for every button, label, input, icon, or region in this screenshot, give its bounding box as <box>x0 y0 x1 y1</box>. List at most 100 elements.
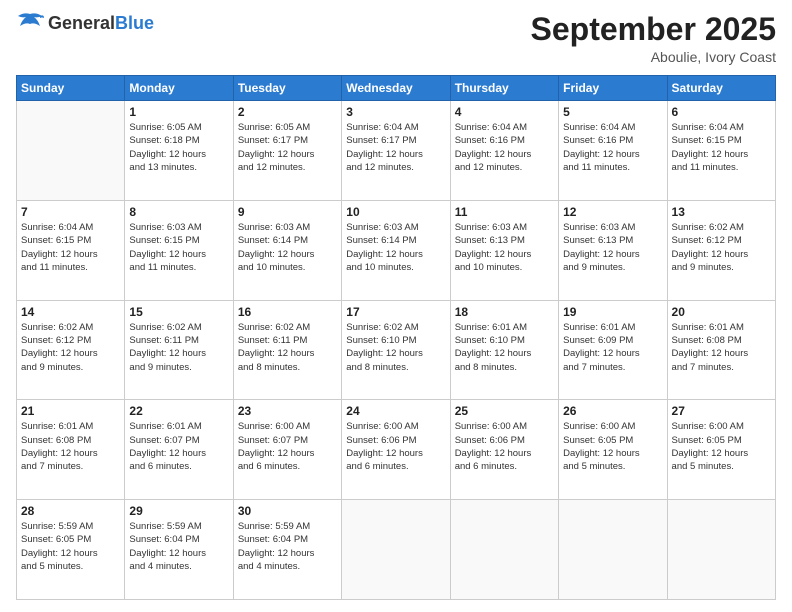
day-number: 2 <box>238 105 337 119</box>
day-number: 11 <box>455 205 554 219</box>
day-number: 3 <box>346 105 445 119</box>
day-number: 14 <box>21 305 120 319</box>
day-info: Sunrise: 6:00 AMSunset: 6:05 PMDaylight:… <box>672 420 771 473</box>
day-number: 22 <box>129 404 228 418</box>
table-row: 14 Sunrise: 6:02 AMSunset: 6:12 PMDayligh… <box>17 300 125 400</box>
logo-icon <box>16 12 44 34</box>
daylight-line2: and 9 minutes. <box>672 261 771 274</box>
table-row: 29Sunrise: 5:59 AMSunset: 6:04 PMDayligh… <box>125 500 233 600</box>
day-info: Sunrise: 6:01 AMSunset: 6:07 PMDaylight:… <box>129 420 228 473</box>
day-number: 21 <box>21 404 120 418</box>
sunset-text: Sunset: 6:10 PM <box>455 334 554 347</box>
table-row: 9Sunrise: 6:03 AMSunset: 6:14 PMDaylight… <box>233 200 341 300</box>
day-number: 17 <box>346 305 445 319</box>
sunrise-text: Sunrise: 6:02 AM <box>346 321 445 334</box>
table-row <box>559 500 667 600</box>
daylight-line2: and 6 minutes. <box>455 460 554 473</box>
col-saturday: Saturday <box>667 76 775 101</box>
sunset-text: Sunset: 6:05 PM <box>21 533 120 546</box>
day-info: Sunrise: 6:03 AMSunset: 6:14 PMDaylight:… <box>346 221 445 274</box>
sunrise-text: Sunrise: 6:04 AM <box>672 121 771 134</box>
day-info: Sunrise: 6:05 AMSunset: 6:18 PMDaylight:… <box>129 121 228 174</box>
table-row: 4 Sunrise: 6:04 AMSunset: 6:16 PMDaylight… <box>450 101 558 201</box>
table-row: 23Sunrise: 6:00 AMSunset: 6:07 PMDayligh… <box>233 400 341 500</box>
sunrise-text: Sunrise: 6:00 AM <box>672 420 771 433</box>
table-row: 7Sunrise: 6:04 AMSunset: 6:15 PMDaylight… <box>17 200 125 300</box>
table-row: 6Sunrise: 6:04 AMSunset: 6:15 PMDaylight… <box>667 101 775 201</box>
daylight-line1: Daylight: 12 hours <box>563 248 662 261</box>
daylight-line1: Daylight: 12 hours <box>129 248 228 261</box>
daylight-line1: Daylight: 12 hours <box>346 148 445 161</box>
daylight-line2: and 5 minutes. <box>563 460 662 473</box>
daylight-line2: and 8 minutes. <box>455 361 554 374</box>
day-info: Sunrise: 6:00 AMSunset: 6:07 PMDaylight:… <box>238 420 337 473</box>
sunset-text: Sunset: 6:13 PM <box>455 234 554 247</box>
sunset-text: Sunset: 6:06 PM <box>346 434 445 447</box>
day-info: Sunrise: 6:04 AMSunset: 6:16 PMDaylight:… <box>455 121 554 174</box>
daylight-line1: Daylight: 12 hours <box>129 148 228 161</box>
calendar-table: Sunday Monday Tuesday Wednesday Thursday… <box>16 75 776 600</box>
daylight-line2: and 11 minutes. <box>129 261 228 274</box>
sunrise-text: Sunrise: 6:02 AM <box>238 321 337 334</box>
day-info: Sunrise: 6:05 AMSunset: 6:17 PMDaylight:… <box>238 121 337 174</box>
day-info: Sunrise: 6:02 AMSunset: 6:12 PMDaylight:… <box>672 221 771 274</box>
day-info: Sunrise: 6:03 AMSunset: 6:14 PMDaylight:… <box>238 221 337 274</box>
col-wednesday: Wednesday <box>342 76 450 101</box>
daylight-line1: Daylight: 12 hours <box>238 148 337 161</box>
col-monday: Monday <box>125 76 233 101</box>
daylight-line1: Daylight: 12 hours <box>21 248 120 261</box>
sunset-text: Sunset: 6:13 PM <box>563 234 662 247</box>
day-number: 19 <box>563 305 662 319</box>
day-info: Sunrise: 5:59 AMSunset: 6:05 PMDaylight:… <box>21 520 120 573</box>
daylight-line1: Daylight: 12 hours <box>346 447 445 460</box>
day-number: 12 <box>563 205 662 219</box>
table-row: 5Sunrise: 6:04 AMSunset: 6:16 PMDaylight… <box>559 101 667 201</box>
table-row <box>342 500 450 600</box>
day-info: Sunrise: 6:02 AMSunset: 6:11 PMDaylight:… <box>129 321 228 374</box>
day-number: 20 <box>672 305 771 319</box>
day-info: Sunrise: 6:01 AMSunset: 6:09 PMDaylight:… <box>563 321 662 374</box>
day-number: 7 <box>21 205 120 219</box>
sunset-text: Sunset: 6:08 PM <box>21 434 120 447</box>
daylight-line1: Daylight: 12 hours <box>129 347 228 360</box>
daylight-line2: and 7 minutes. <box>21 460 120 473</box>
daylight-line1: Daylight: 12 hours <box>672 148 771 161</box>
logo: GeneralBlue <box>16 12 154 34</box>
table-row: 20Sunrise: 6:01 AMSunset: 6:08 PMDayligh… <box>667 300 775 400</box>
daylight-line1: Daylight: 12 hours <box>346 347 445 360</box>
daylight-line2: and 12 minutes. <box>455 161 554 174</box>
sunrise-text: Sunrise: 6:01 AM <box>672 321 771 334</box>
daylight-line1: Daylight: 12 hours <box>455 347 554 360</box>
day-info: Sunrise: 6:02 AMSunset: 6:12 PMDaylight:… <box>21 321 120 374</box>
sunset-text: Sunset: 6:18 PM <box>129 134 228 147</box>
sunset-text: Sunset: 6:16 PM <box>455 134 554 147</box>
daylight-line1: Daylight: 12 hours <box>238 248 337 261</box>
table-row: 21Sunrise: 6:01 AMSunset: 6:08 PMDayligh… <box>17 400 125 500</box>
table-row: 16Sunrise: 6:02 AMSunset: 6:11 PMDayligh… <box>233 300 341 400</box>
daylight-line2: and 10 minutes. <box>238 261 337 274</box>
sunrise-text: Sunrise: 6:04 AM <box>346 121 445 134</box>
daylight-line1: Daylight: 12 hours <box>129 447 228 460</box>
day-number: 18 <box>455 305 554 319</box>
table-row: 30Sunrise: 5:59 AMSunset: 6:04 PMDayligh… <box>233 500 341 600</box>
day-number: 8 <box>129 205 228 219</box>
day-info: Sunrise: 6:04 AMSunset: 6:16 PMDaylight:… <box>563 121 662 174</box>
title-block: September 2025 Aboulie, Ivory Coast <box>531 12 776 65</box>
day-info: Sunrise: 6:02 AMSunset: 6:11 PMDaylight:… <box>238 321 337 374</box>
col-friday: Friday <box>559 76 667 101</box>
daylight-line2: and 11 minutes. <box>21 261 120 274</box>
day-info: Sunrise: 6:00 AMSunset: 6:06 PMDaylight:… <box>346 420 445 473</box>
sunset-text: Sunset: 6:16 PM <box>563 134 662 147</box>
day-number: 4 <box>455 105 554 119</box>
logo-text: GeneralBlue <box>48 14 154 32</box>
day-number: 10 <box>346 205 445 219</box>
sunrise-text: Sunrise: 6:01 AM <box>21 420 120 433</box>
table-row: 15Sunrise: 6:02 AMSunset: 6:11 PMDayligh… <box>125 300 233 400</box>
col-sunday: Sunday <box>17 76 125 101</box>
sunset-text: Sunset: 6:15 PM <box>21 234 120 247</box>
table-row: 18Sunrise: 6:01 AMSunset: 6:10 PMDayligh… <box>450 300 558 400</box>
day-info: Sunrise: 6:02 AMSunset: 6:10 PMDaylight:… <box>346 321 445 374</box>
sunrise-text: Sunrise: 6:02 AM <box>21 321 120 334</box>
daylight-line1: Daylight: 12 hours <box>21 547 120 560</box>
day-info: Sunrise: 6:03 AMSunset: 6:13 PMDaylight:… <box>455 221 554 274</box>
